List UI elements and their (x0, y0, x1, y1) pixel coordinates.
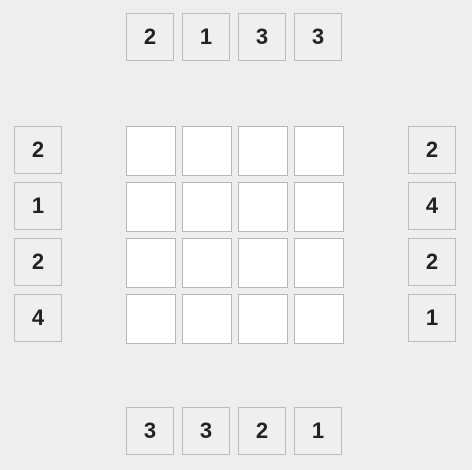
grid-cell-value (239, 183, 287, 231)
grid-cell-value (239, 295, 287, 343)
right-clue-3: 2 (408, 238, 456, 286)
grid-cell-r3-c2[interactable] (182, 238, 232, 288)
grid-cell-value (239, 239, 287, 287)
grid-cell-r3-c3[interactable] (238, 238, 288, 288)
grid-cell-r1-c3[interactable] (238, 126, 288, 176)
right-clue-1: 2 (408, 126, 456, 174)
grid-cell-value (183, 127, 231, 175)
left-clue-3: 2 (14, 238, 62, 286)
grid-cell-r3-c4[interactable] (294, 238, 344, 288)
top-clue-3: 3 (238, 13, 286, 61)
left-clue-1: 2 (14, 126, 62, 174)
grid-cell-value (295, 127, 343, 175)
right-clue-4: 1 (408, 294, 456, 342)
grid-cell-r1-c1[interactable] (126, 126, 176, 176)
grid-cell-r2-c3[interactable] (238, 182, 288, 232)
grid-cell-r1-c2[interactable] (182, 126, 232, 176)
grid-cell-value (127, 127, 175, 175)
grid-cell-value (183, 295, 231, 343)
grid-cell-value (295, 239, 343, 287)
grid-cell-r2-c4[interactable] (294, 182, 344, 232)
bottom-clue-2: 3 (182, 407, 230, 455)
top-clue-1: 2 (126, 13, 174, 61)
bottom-clue-4: 1 (294, 407, 342, 455)
grid-cell-r2-c1[interactable] (126, 182, 176, 232)
grid-cell-r4-c2[interactable] (182, 294, 232, 344)
top-clue-4: 3 (294, 13, 342, 61)
grid-cell-value (239, 127, 287, 175)
grid-cell-value (295, 295, 343, 343)
grid-cell-r4-c3[interactable] (238, 294, 288, 344)
grid-cell-value (183, 239, 231, 287)
grid-cell-r2-c2[interactable] (182, 182, 232, 232)
grid-cell-value (295, 183, 343, 231)
left-clue-4: 4 (14, 294, 62, 342)
grid-cell-value (127, 295, 175, 343)
grid-cell-value (127, 183, 175, 231)
grid-cell-value (183, 183, 231, 231)
top-clue-2: 1 (182, 13, 230, 61)
bottom-clue-3: 2 (238, 407, 286, 455)
right-clue-2: 4 (408, 182, 456, 230)
grid-cell-value (127, 239, 175, 287)
left-clue-2: 1 (14, 182, 62, 230)
bottom-clue-1: 3 (126, 407, 174, 455)
grid-cell-r4-c1[interactable] (126, 294, 176, 344)
grid-cell-r4-c4[interactable] (294, 294, 344, 344)
grid-cell-r3-c1[interactable] (126, 238, 176, 288)
grid-cell-r1-c4[interactable] (294, 126, 344, 176)
